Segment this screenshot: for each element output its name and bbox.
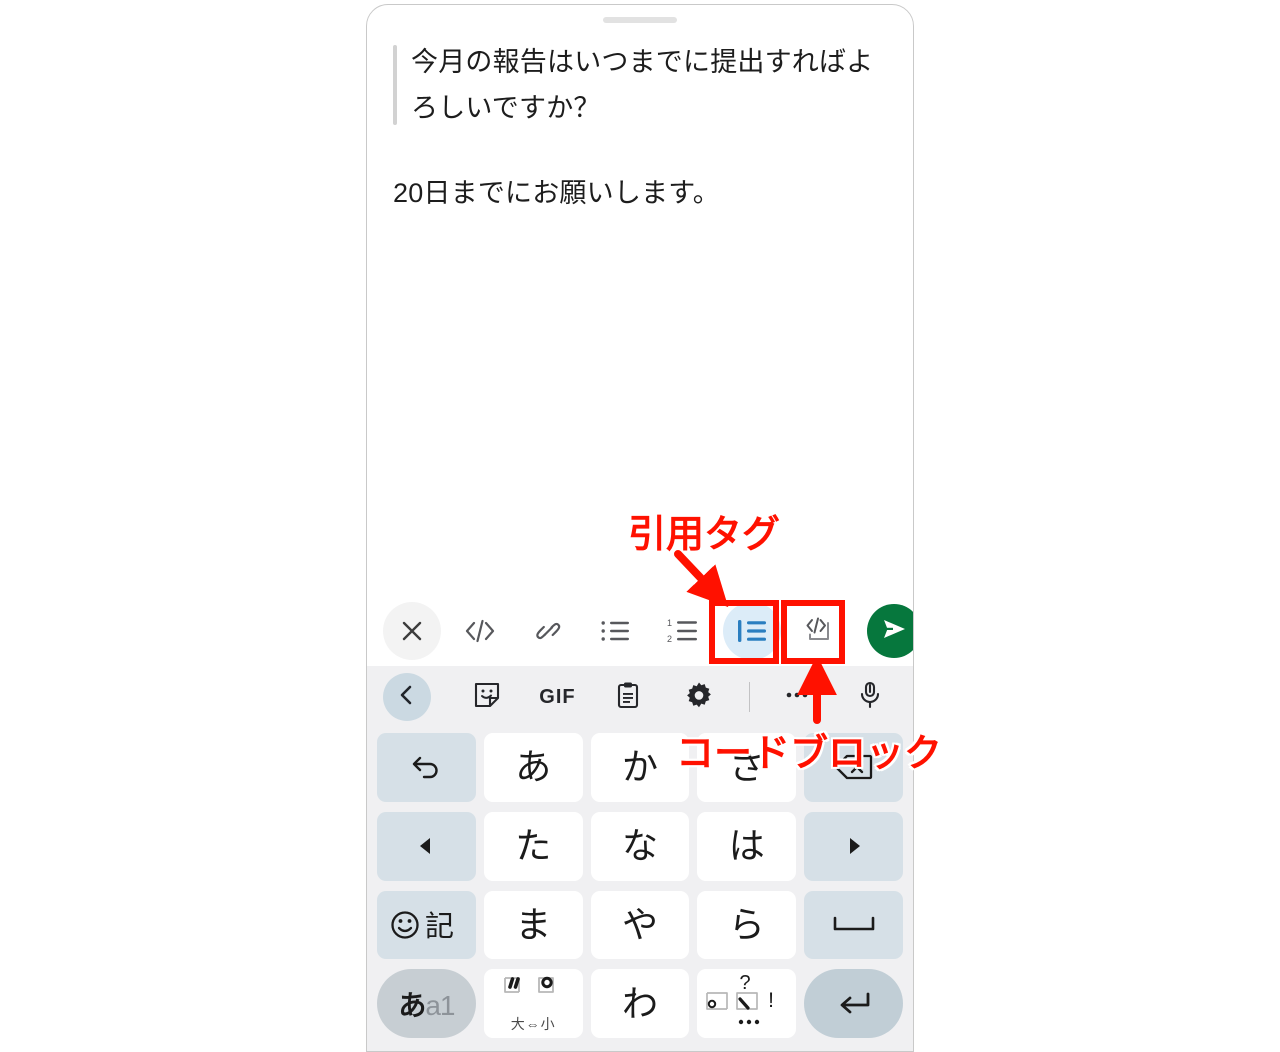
code-block-icon xyxy=(804,616,836,646)
key-na[interactable]: な xyxy=(590,811,690,881)
svg-text:記: 記 xyxy=(425,910,454,942)
clipboard-icon xyxy=(615,681,641,714)
format-toolbar: 1 2 xyxy=(367,596,913,666)
key-label: ら xyxy=(728,903,765,945)
key-label: や xyxy=(621,903,658,945)
gif-label: GIF xyxy=(539,685,576,708)
clipboard-button[interactable] xyxy=(601,673,655,721)
key-wa[interactable]: わ xyxy=(590,969,690,1038)
key-label: は xyxy=(728,825,765,867)
keyboard-row: あa1 大⇔小 わ ? ! xyxy=(373,964,907,1043)
keyboard-row: 記 ま や ら xyxy=(373,886,907,965)
close-button[interactable] xyxy=(383,602,441,660)
undo-icon xyxy=(408,751,444,783)
keyboard-row: た な は xyxy=(373,807,907,886)
input-mode-primary: あ xyxy=(398,989,426,1021)
composer-body-text: 20日までにお願いします。 xyxy=(393,178,720,208)
key-emoji-symbols[interactable]: 記 xyxy=(377,890,476,960)
key-undo[interactable] xyxy=(377,733,476,802)
more-options-button[interactable] xyxy=(772,673,826,721)
chevron-left-icon xyxy=(396,683,418,712)
key-ha[interactable]: は xyxy=(697,811,797,881)
key-label: あ xyxy=(515,746,552,788)
key-ma[interactable]: ま xyxy=(483,890,583,960)
key-label: ま xyxy=(515,903,552,945)
input-mode-label: あa1 xyxy=(398,984,455,1024)
space-icon xyxy=(831,914,877,936)
svg-text:?: ? xyxy=(739,975,750,994)
sticker-icon xyxy=(473,681,501,714)
triangle-left-icon xyxy=(414,834,438,858)
dakuten-glyphs xyxy=(495,974,571,1012)
keyboard-toolbar-divider xyxy=(748,682,750,712)
punctuation-glyphs: ? ! xyxy=(701,975,793,1033)
key-space[interactable] xyxy=(804,890,903,960)
key-input-mode[interactable]: あa1 xyxy=(377,969,476,1038)
send-icon xyxy=(879,614,909,649)
drag-handle[interactable] xyxy=(603,17,677,23)
voice-input-button[interactable] xyxy=(843,673,897,721)
sticker-button[interactable] xyxy=(460,673,514,721)
gif-button[interactable]: GIF xyxy=(530,673,584,721)
quote-icon xyxy=(737,618,767,644)
key-ya[interactable]: や xyxy=(590,890,690,960)
key-label: た xyxy=(515,825,552,867)
send-button[interactable] xyxy=(867,604,913,658)
keyboard-back-button[interactable] xyxy=(383,673,431,721)
ellipsis-icon xyxy=(785,688,813,706)
key-label: わ xyxy=(621,982,658,1024)
key-dakuten[interactable]: 大⇔小 xyxy=(483,969,583,1038)
bullet-list-button[interactable] xyxy=(587,602,645,660)
link-button[interactable] xyxy=(519,602,577,660)
key-punctuation[interactable]: ? ! xyxy=(697,969,797,1038)
numbered-list-icon: 1 2 xyxy=(667,617,701,645)
link-icon xyxy=(532,616,564,646)
key-enter[interactable] xyxy=(804,969,903,1038)
key-label: か xyxy=(621,746,658,788)
svg-text:!: ! xyxy=(768,989,774,1012)
svg-text:2: 2 xyxy=(667,634,672,644)
key-cursor-right[interactable] xyxy=(804,811,903,881)
keyboard-settings-button[interactable] xyxy=(672,673,726,721)
keyboard-toolbar: GIF xyxy=(367,666,913,728)
code-block-button[interactable] xyxy=(791,602,849,660)
numbered-list-button[interactable]: 1 2 xyxy=(655,602,713,660)
close-icon xyxy=(397,616,427,646)
triangle-right-icon xyxy=(842,834,866,858)
annotation-label-code-block: コードブロック xyxy=(674,732,943,777)
emoji-symbols-icon: 記 xyxy=(389,908,463,942)
svg-text:1: 1 xyxy=(667,618,672,628)
input-mode-secondary: a1 xyxy=(425,989,455,1021)
quoted-message-text: 今月の報告はいつまでに提出すればよろしいですか？ xyxy=(411,47,874,123)
enter-icon xyxy=(834,989,874,1019)
gear-icon xyxy=(685,681,713,714)
key-ka[interactable]: か xyxy=(590,733,690,802)
screenshot-canvas: 今月の報告はいつまでに提出すればよろしいですか？ 20日までにお願いします。 1… xyxy=(0,0,1280,1052)
annotation-label-quote: 引用タグ xyxy=(626,513,781,558)
blockquote: 今月の報告はいつまでに提出すればよろしいですか？ xyxy=(393,39,887,131)
dakuten-caption: 大⇔小 xyxy=(510,1015,556,1032)
quote-button[interactable] xyxy=(723,602,781,660)
inline-code-icon xyxy=(463,616,497,646)
key-ra[interactable]: ら xyxy=(697,890,797,960)
key-ta[interactable]: た xyxy=(483,811,583,881)
key-a[interactable]: あ xyxy=(483,733,583,802)
bullet-list-icon xyxy=(600,617,632,645)
key-cursor-left[interactable] xyxy=(377,811,476,881)
inline-code-button[interactable] xyxy=(451,602,509,660)
microphone-icon xyxy=(858,681,882,714)
key-label: な xyxy=(621,825,658,867)
